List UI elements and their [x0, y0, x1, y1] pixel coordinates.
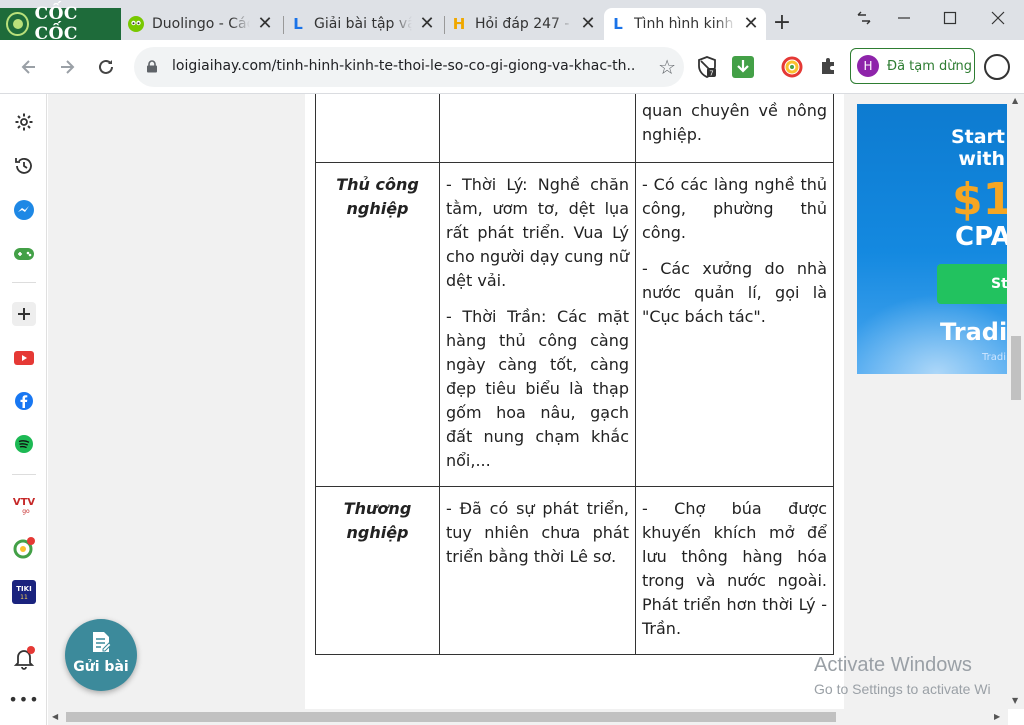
table-row: Thủ công nghiệp - Thời Lý: Nghề chăn tằm…	[315, 162, 834, 487]
sync-paused-label: Đã tạm dừng	[887, 58, 973, 74]
coccoc-logo-icon	[6, 12, 29, 36]
avatar: H	[857, 55, 879, 77]
coccoc-game-icon[interactable]	[12, 536, 36, 560]
ad-line2: with	[958, 148, 1005, 170]
tab-giai-bai-tap[interactable]: L Giải bài tập vật ✕	[284, 8, 442, 40]
page-viewport: quan chuyên về nông nghiệp. Thủ công ngh…	[48, 94, 1008, 709]
browser-menu-icon[interactable]	[984, 54, 1010, 80]
url-text: loigiaihay.com/tinh-hinh-kinh-te-thoi-le…	[172, 58, 634, 74]
hoidap-favicon-icon: H	[452, 15, 466, 33]
extensions-puzzle-icon[interactable]	[818, 55, 842, 79]
loigiaihay-favicon-icon: L	[293, 15, 303, 33]
tab-bar: CỐC CỐC Duolingo - Các ✕ L Giải bài tập …	[0, 0, 1024, 44]
profile-button[interactable]: H Đã tạm dừng	[850, 48, 975, 84]
download-icon[interactable]	[731, 55, 755, 79]
vertical-scrollbar[interactable]: ▲ ▼	[1008, 94, 1024, 709]
tiki-icon[interactable]: TIKI 11	[12, 580, 36, 604]
messenger-icon[interactable]	[12, 198, 36, 222]
table-cell-text: - Các xưởng do nhà nước quản lí, gọi là …	[642, 259, 827, 326]
tab-title: Duolingo - Các	[152, 16, 250, 32]
new-tab-icon[interactable]: +	[771, 12, 793, 34]
facebook-icon[interactable]	[12, 389, 36, 413]
back-icon[interactable]	[16, 54, 42, 80]
svg-text:11: 11	[20, 594, 28, 601]
duolingo-icon	[128, 16, 144, 32]
article-content: quan chuyên về nông nghiệp. Thủ công ngh…	[305, 94, 844, 709]
scrollbar-thumb[interactable]	[66, 712, 836, 722]
side-panel: VTV go TIKI 11 •••	[0, 94, 47, 725]
address-toolbar: loigiaihay.com/tinh-hinh-kinh-te-thoi-le…	[0, 40, 1024, 94]
ad-amount: $1	[952, 174, 1007, 225]
table-cell-text: - Đã có sự phát triển, tuy nhiên chưa ph…	[446, 499, 629, 566]
ad-line1: Start	[950, 126, 1005, 148]
table-row: Thương nghiệp - Đã có sự phát triển, tuy…	[315, 486, 834, 655]
ad-cpa: CPA	[955, 222, 1007, 252]
table-row: quan chuyên về nông nghiệp.	[315, 94, 834, 163]
horizontal-scrollbar[interactable]: ◀ ▶	[48, 709, 1008, 725]
more-options-icon[interactable]: •••	[8, 687, 38, 711]
forward-icon[interactable]	[54, 54, 80, 80]
youtube-icon[interactable]	[12, 346, 36, 370]
close-tab-icon[interactable]: ✕	[742, 15, 760, 33]
settings-gear-icon[interactable]	[12, 110, 36, 134]
brand-name: CỐC CỐC	[34, 4, 78, 44]
tab-duolingo[interactable]: Duolingo - Các ✕	[122, 8, 280, 40]
submit-post-label: Gửi bài	[73, 659, 129, 675]
edit-document-icon	[93, 632, 111, 652]
notification-bell-icon[interactable]	[12, 646, 36, 670]
tab-title: Giải bài tập vật	[314, 16, 412, 32]
watermark-subtitle: Go to Settings to activate Wi	[814, 681, 991, 697]
submit-post-button[interactable]: Gửi bài	[65, 619, 137, 691]
advertisement-banner[interactable]: Startwith $1 CPA St Tradit Tradi	[857, 104, 1007, 374]
game-controller-icon[interactable]	[12, 242, 36, 266]
table-cell-text: - Thời Trần: Các mặt hàng thủ công càng …	[446, 307, 629, 470]
ad-brand: Tradit	[940, 318, 1007, 346]
scroll-left-icon[interactable]: ◀	[52, 712, 58, 721]
tab-search-icon[interactable]	[852, 6, 876, 30]
minimize-icon[interactable]	[892, 6, 916, 30]
scroll-right-icon[interactable]: ▶	[994, 712, 1000, 721]
ad-small-text: Tradi	[982, 352, 1007, 363]
svg-text:TIKI: TIKI	[16, 585, 31, 593]
tab-title: Tình hình kinh	[634, 16, 734, 32]
adblock-shield-icon[interactable]: 7	[695, 55, 719, 79]
spotify-icon[interactable]	[12, 432, 36, 456]
svg-text:VTV: VTV	[13, 497, 36, 508]
table-cell-text: quan chuyên về nông nghiệp.	[642, 101, 827, 144]
comparison-table: quan chuyên về nông nghiệp. Thủ công ngh…	[315, 94, 834, 655]
row-label: Thủ công nghiệp	[315, 162, 440, 487]
tab-tinh-hinh-kinh[interactable]: L Tình hình kinh ✕	[604, 8, 766, 40]
reload-icon[interactable]	[93, 54, 119, 80]
table-cell-text: - Có các làng nghề thủ công, phường thủ …	[642, 175, 827, 242]
watermark-title: Activate Windows	[814, 654, 972, 676]
close-tab-icon[interactable]: ✕	[418, 15, 436, 33]
coccoc-extension-icon[interactable]	[780, 55, 804, 79]
tab-hoi-dap[interactable]: H Hỏi đáp 247 - L ✕	[445, 8, 603, 40]
ad-cta-button[interactable]: St	[937, 264, 1007, 304]
close-tab-icon[interactable]: ✕	[256, 15, 274, 33]
address-bar[interactable]: loigiaihay.com/tinh-hinh-kinh-te-thoi-le…	[134, 47, 684, 87]
scroll-up-icon[interactable]: ▲	[1012, 96, 1018, 105]
svg-text:go: go	[22, 508, 30, 515]
scroll-down-icon[interactable]: ▼	[1012, 696, 1018, 705]
add-app-plus-icon[interactable]	[12, 302, 36, 326]
vtv-go-icon[interactable]: VTV go	[12, 492, 36, 516]
history-icon[interactable]	[12, 154, 36, 178]
bookmark-star-icon[interactable]: ☆	[658, 55, 676, 79]
lock-icon	[147, 60, 157, 73]
browser-window: CỐC CỐC Duolingo - Các ✕ L Giải bài tập …	[0, 0, 1024, 725]
tab-title: Hỏi đáp 247 - L	[475, 16, 573, 32]
loigiaihay-favicon-icon: L	[613, 15, 623, 33]
close-tab-icon[interactable]: ✕	[579, 15, 597, 33]
activate-windows-watermark: Activate Windows Go to Settings to activ…	[814, 654, 991, 697]
close-window-icon[interactable]	[986, 6, 1010, 30]
row-label: Thương nghiệp	[315, 486, 440, 655]
table-cell-text: - Chợ búa được khuyến khích mở để lưu th…	[642, 499, 827, 638]
coccoc-menu-button[interactable]: CỐC CỐC	[0, 4, 121, 44]
scrollbar-thumb[interactable]	[1011, 336, 1021, 400]
maximize-icon[interactable]	[938, 6, 962, 30]
svg-text:7: 7	[709, 70, 713, 78]
table-cell-text: - Thời Lý: Nghề chăn tằm, ươm tơ, dệt lụ…	[446, 175, 629, 290]
